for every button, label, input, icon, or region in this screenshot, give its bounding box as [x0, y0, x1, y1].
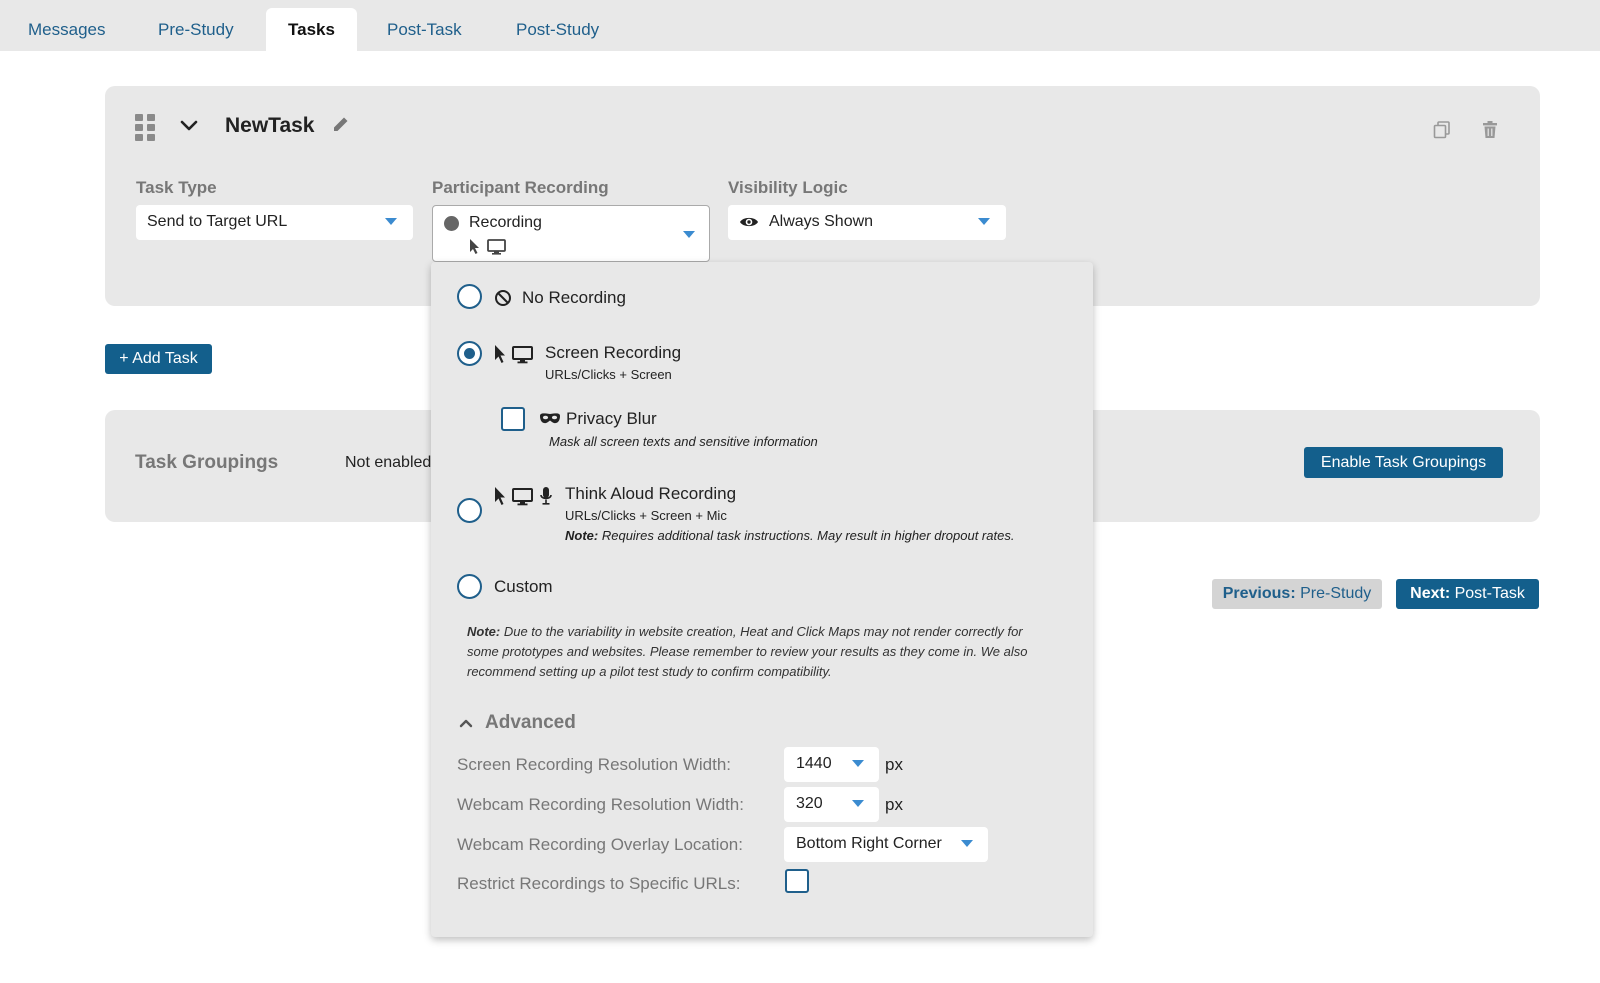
- tab-messages[interactable]: Messages: [6, 8, 127, 51]
- task-groupings-title: Task Groupings: [135, 452, 279, 473]
- privacy-blur-description: Mask all screen texts and sensitive info…: [549, 434, 818, 449]
- screen-width-value: 1440: [796, 755, 832, 772]
- restrict-urls-checkbox[interactable]: [785, 869, 809, 893]
- tab-bar: Messages Pre-Study Tasks Post-Task Post-…: [0, 0, 1600, 51]
- task-type-select[interactable]: Send to Target URL: [136, 205, 413, 240]
- tab-pre-study[interactable]: Pre-Study: [136, 8, 256, 51]
- cursor-icon: [470, 239, 479, 254]
- tab-tasks[interactable]: Tasks: [266, 8, 357, 51]
- monitor-icon: [512, 346, 533, 364]
- add-task-button[interactable]: + Add Task: [105, 344, 212, 374]
- cursor-icon: [495, 345, 505, 363]
- next-prefix: Next:: [1410, 585, 1451, 602]
- think-aloud-note: Note: Requires additional task instructi…: [565, 528, 1014, 543]
- task-type-label: Task Type: [136, 178, 217, 197]
- think-aloud-label: Think Aloud Recording: [565, 484, 737, 503]
- cursor-icon: [495, 487, 505, 505]
- heatmap-note-line2: some prototypes and websites. Please rem…: [467, 644, 1028, 659]
- overlay-location-select[interactable]: Bottom Right Corner: [784, 827, 988, 862]
- pencil-icon[interactable]: [331, 114, 351, 134]
- screen-width-unit: px: [885, 755, 903, 774]
- overlay-location-value: Bottom Right Corner: [796, 835, 942, 852]
- tab-post-study[interactable]: Post-Study: [494, 8, 621, 51]
- task-type-value: Send to Target URL: [147, 213, 288, 230]
- screen-recording-radio[interactable]: [457, 341, 482, 366]
- participant-recording-label: Participant Recording: [432, 178, 609, 197]
- copy-icon[interactable]: [1432, 120, 1452, 140]
- heatmap-note: Note: Due to the variability in website …: [467, 622, 1067, 682]
- mask-icon: [540, 413, 560, 424]
- tab-post-task[interactable]: Post-Task: [365, 8, 484, 51]
- caret-down-icon: [961, 840, 973, 847]
- heatmap-note-line1: Due to the variability in website creati…: [503, 624, 1023, 639]
- chevron-down-icon[interactable]: [179, 116, 199, 136]
- caret-down-icon: [978, 218, 990, 225]
- webcam-width-label: Webcam Recording Resolution Width:: [457, 795, 744, 814]
- heatmap-note-label: Note:: [467, 624, 501, 639]
- privacy-blur-checkbox[interactable]: [501, 407, 525, 431]
- no-recording-radio[interactable]: [457, 284, 482, 309]
- chevron-up-icon[interactable]: [459, 717, 473, 729]
- participant-recording-select[interactable]: Recording: [432, 205, 710, 262]
- webcam-width-value: 320: [796, 795, 823, 812]
- think-aloud-note-text: Requires additional task instructions. M…: [601, 528, 1015, 543]
- heatmap-note-line3: recommend setting up a pilot test study …: [467, 664, 832, 679]
- custom-label: Custom: [494, 577, 553, 596]
- advanced-toggle[interactable]: Advanced: [485, 712, 576, 734]
- screen-width-label: Screen Recording Resolution Width:: [457, 755, 732, 774]
- webcam-width-select[interactable]: 320: [784, 787, 879, 822]
- privacy-blur-label: Privacy Blur: [566, 409, 657, 428]
- screen-width-select[interactable]: 1440: [784, 747, 879, 782]
- participant-recording-value: Recording: [469, 214, 542, 231]
- screen-recording-subtitle: URLs/Clicks + Screen: [545, 367, 672, 382]
- custom-radio[interactable]: [457, 574, 482, 599]
- recording-dot-icon: [444, 216, 459, 231]
- caret-down-icon: [683, 231, 695, 238]
- think-aloud-radio[interactable]: [457, 498, 482, 523]
- restrict-urls-label: Restrict Recordings to Specific URLs:: [457, 874, 741, 893]
- recording-dropdown-panel: No Recording Screen Recording URLs/Click…: [431, 262, 1093, 937]
- caret-down-icon: [852, 760, 864, 767]
- visibility-logic-value: Always Shown: [769, 213, 874, 230]
- drag-handle-icon[interactable]: [135, 114, 155, 141]
- next-button[interactable]: Next: Post-Task: [1396, 579, 1539, 609]
- monitor-icon: [512, 488, 533, 506]
- caret-down-icon: [385, 218, 397, 225]
- screen-recording-label: Screen Recording: [545, 343, 682, 362]
- previous-prefix: Previous:: [1222, 585, 1296, 602]
- monitor-icon: [487, 239, 506, 255]
- think-aloud-subtitle: URLs/Clicks + Screen + Mic: [565, 508, 727, 523]
- ban-icon: [495, 290, 511, 306]
- task-name: NewTask: [225, 114, 315, 137]
- no-recording-label: No Recording: [522, 288, 626, 307]
- caret-down-icon: [852, 800, 864, 807]
- visibility-logic-label: Visibility Logic: [728, 178, 848, 197]
- previous-target: Pre-Study: [1300, 585, 1372, 602]
- think-aloud-note-label: Note:: [565, 528, 599, 543]
- task-groupings-status: Not enabled: [345, 454, 432, 471]
- eye-icon: [740, 217, 758, 227]
- enable-task-groupings-button[interactable]: Enable Task Groupings: [1304, 447, 1503, 478]
- microphone-icon: [540, 487, 552, 505]
- visibility-logic-select[interactable]: Always Shown: [728, 205, 1006, 240]
- next-target: Post-Task: [1454, 585, 1525, 602]
- trash-icon[interactable]: [1480, 120, 1500, 140]
- overlay-location-label: Webcam Recording Overlay Location:: [457, 835, 743, 854]
- previous-button[interactable]: Previous: Pre-Study: [1212, 579, 1382, 609]
- webcam-width-unit: px: [885, 795, 903, 814]
